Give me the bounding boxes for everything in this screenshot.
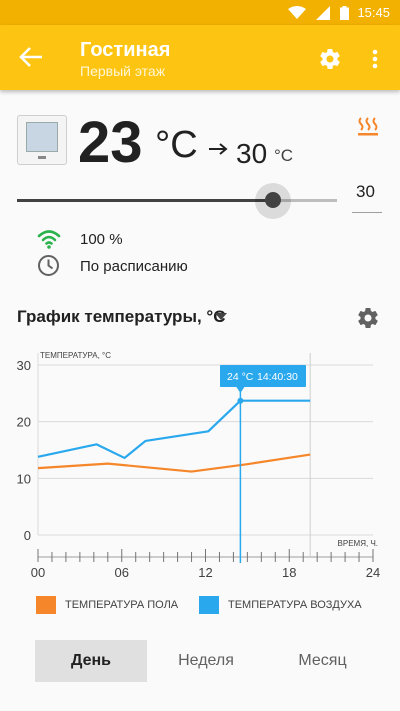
setpoint-value[interactable]: 30 <box>356 182 375 202</box>
dropdown-caret-icon[interactable] <box>215 313 227 321</box>
y-tick-label: 0 <box>24 528 31 543</box>
slider-thumb[interactable] <box>265 192 281 208</box>
setpoint-value-underline <box>352 212 382 213</box>
room-title: Гостиная <box>80 39 171 61</box>
temperature-chart: 0 10 20 30 ТЕМПЕРАТУРА, °C ВРЕМЯ, Ч. 00 06 12 18 2… <box>17 351 381 580</box>
wifi-icon <box>288 6 306 19</box>
tab-day[interactable]: День <box>35 640 147 682</box>
setpoint-slider[interactable] <box>17 183 337 219</box>
legend-air-label: ТЕМПЕРАТУРА ВОЗДУХА <box>228 599 362 611</box>
x-tick-label: 12 <box>198 565 212 580</box>
tooltip-point <box>237 397 244 404</box>
clock-icon <box>38 255 59 276</box>
status-time: 15:45 <box>357 5 390 20</box>
app-bar: Гостиная Первый этаж <box>0 25 400 90</box>
tab-month[interactable]: Месяц <box>265 640 380 682</box>
battery-icon <box>340 6 349 20</box>
more-vert-icon[interactable] <box>366 47 384 71</box>
y-tick-label: 30 <box>17 358 31 373</box>
legend-floor-label: ТЕМПЕРАТУРА ПОЛА <box>65 599 179 611</box>
y-axis-title: ТЕМПЕРАТУРА, °C <box>40 351 111 360</box>
tooltip-time: 14:40:30 <box>257 371 298 383</box>
period-tabs: День Неделя Месяц <box>35 640 380 682</box>
legend-air: ТЕМПЕРАТУРА ВОЗДУХА <box>199 594 369 616</box>
air-temperature-line <box>37 399 311 460</box>
target-temperature-unit: °C <box>274 146 294 165</box>
legend-floor: ТЕМПЕРАТУРА ПОЛА <box>36 594 186 616</box>
tooltip-value: 24 °C <box>227 371 254 383</box>
y-tick-label: 20 <box>17 415 31 430</box>
x-tick-label: 24 <box>366 565 380 580</box>
graph-settings-gear-icon[interactable] <box>356 306 380 330</box>
signal-strength: 100 % <box>80 231 123 248</box>
gear-icon[interactable] <box>318 47 342 71</box>
x-tick-label: 18 <box>282 565 296 580</box>
thermostat-screen <box>26 122 58 152</box>
legend-air-swatch <box>199 596 219 614</box>
current-temperature-unit: °C <box>155 124 198 166</box>
x-tick-label: 06 <box>115 565 129 580</box>
floor-temperature-line <box>37 453 311 473</box>
room-subtitle: Первый этаж <box>80 63 166 79</box>
signal-icon <box>316 6 330 20</box>
thermostat-button <box>38 156 46 159</box>
thermostat-device-image <box>17 115 67 165</box>
target-temperature: 30 <box>236 138 268 169</box>
x-axis-title: ВРЕМЯ, Ч. <box>338 539 378 548</box>
heating-icon <box>358 117 378 136</box>
current-temperature: 23 <box>78 110 143 175</box>
slider-fill <box>17 199 273 202</box>
legend-floor-swatch <box>36 596 56 614</box>
tab-week[interactable]: Неделя <box>147 640 265 682</box>
tooltip-pointer <box>236 387 245 393</box>
status-bar: 15:45 <box>0 0 400 25</box>
arrow-right-icon <box>209 143 228 155</box>
y-tick-label: 10 <box>17 471 31 486</box>
schedule-mode: По расписанию <box>80 258 188 275</box>
graph-title[interactable]: График температуры, °C <box>17 307 225 327</box>
back-arrow-icon[interactable] <box>18 45 44 69</box>
wifi-signal-icon <box>37 230 61 249</box>
x-tick-label: 00 <box>31 565 45 580</box>
